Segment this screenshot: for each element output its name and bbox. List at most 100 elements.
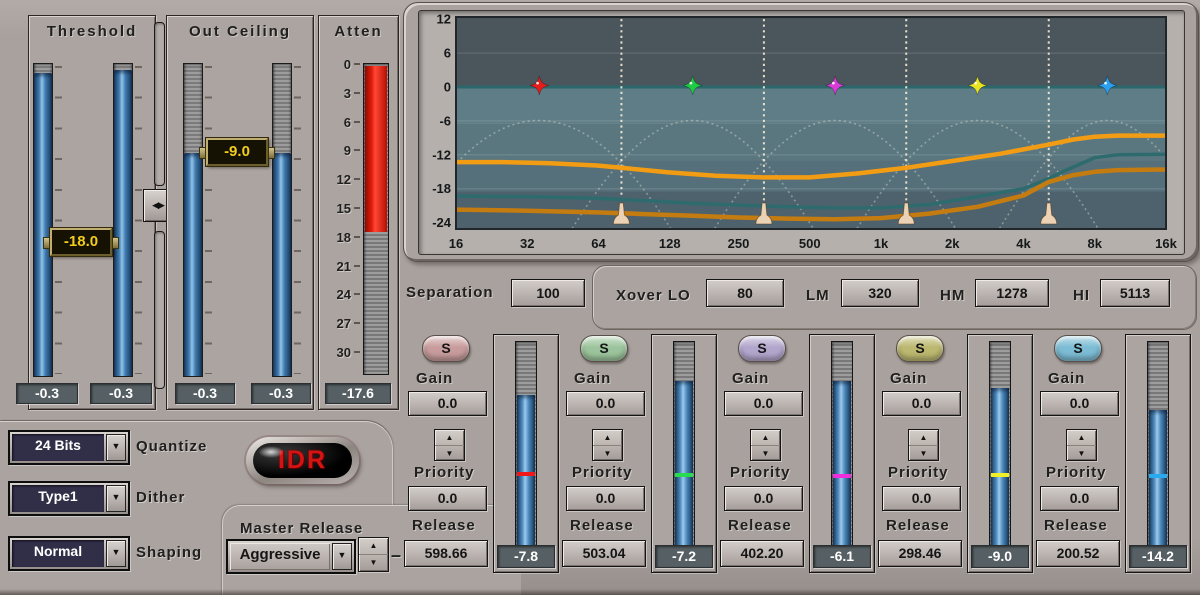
band1-priority-field[interactable]: 0.0: [408, 486, 487, 511]
band3-priority-label: Priority: [730, 464, 791, 481]
stepper-down-icon[interactable]: ▼: [435, 446, 464, 461]
atten-readout: -17.6: [325, 383, 391, 404]
band5-solo-button[interactable]: S: [1054, 335, 1102, 362]
y-axis-tick-label: -6: [439, 113, 451, 128]
band2-gain-stepper[interactable]: ▲▼: [592, 429, 623, 461]
threshold-fader-right[interactable]: [113, 63, 133, 377]
band1-meter-readout: -7.8: [497, 545, 555, 568]
band5-gain-label: Gain: [1048, 370, 1085, 387]
threshold-scale-right: [135, 66, 142, 374]
threshold-value-tag[interactable]: -18.0: [50, 228, 112, 256]
quantize-label: Quantize: [136, 438, 207, 455]
x-axis-tick-label: 128: [659, 236, 681, 251]
xover-hm-field[interactable]: 1278: [975, 279, 1049, 307]
band3-priority-field[interactable]: 0.0: [724, 486, 803, 511]
band5-gain-field[interactable]: 0.0: [1040, 391, 1119, 416]
dither-dropdown-arrow-icon[interactable]: ▼: [106, 485, 126, 512]
band5-release-field[interactable]: 200.52: [1036, 540, 1120, 567]
band2-meter-readout: -7.2: [655, 545, 713, 568]
shaping-select[interactable]: Normal ▼: [8, 536, 130, 571]
shaping-dropdown-arrow-icon[interactable]: ▼: [106, 540, 126, 567]
band3-release-label: Release: [728, 517, 792, 534]
out-ceiling-title: Out Ceiling: [167, 23, 313, 40]
atten-scale-tick: 15: [325, 201, 351, 216]
bottom-shadow: [0, 589, 1200, 595]
separation-field[interactable]: 100: [511, 279, 585, 307]
stepper-up-icon[interactable]: ▲: [909, 430, 938, 446]
band2-gain-field[interactable]: 0.0: [566, 391, 645, 416]
band4-gain-field[interactable]: 0.0: [882, 391, 961, 416]
band5-gain-stepper[interactable]: ▲▼: [1066, 429, 1097, 461]
xover-hi-field[interactable]: 5113: [1100, 279, 1170, 307]
band3-release-field[interactable]: 402.20: [720, 540, 804, 567]
band3-solo-button[interactable]: S: [738, 335, 786, 362]
band2-priority-field[interactable]: 0.0: [566, 486, 645, 511]
band1-gain-field[interactable]: 0.0: [408, 391, 487, 416]
band1-solo-button[interactable]: S: [422, 335, 470, 362]
band4-gain-label: Gain: [890, 370, 927, 387]
x-axis-tick-label: 32: [520, 236, 534, 251]
stepper-up-icon[interactable]: ▲: [359, 538, 388, 555]
atten-title: Atten: [319, 23, 398, 40]
band1-release-field[interactable]: 598.66: [404, 540, 488, 567]
frequency-graph[interactable]: 1260-6-12-18-241632641282505001k2k4k8k16…: [419, 11, 1184, 254]
stepper-down-icon[interactable]: ▼: [359, 555, 388, 571]
band4-release-field[interactable]: 298.46: [878, 540, 962, 567]
y-axis-tick-label: -18: [432, 181, 451, 196]
shaping-value: Normal: [12, 540, 104, 567]
out-ceiling-readout-right: -0.3: [251, 383, 311, 404]
band4-meter-track: [989, 341, 1011, 547]
band4-gain-stepper[interactable]: ▲▼: [908, 429, 939, 461]
out-ceiling-fader-right[interactable]: [272, 63, 292, 377]
band2-solo-button[interactable]: S: [580, 335, 628, 362]
atten-scale-tick: 9: [325, 143, 351, 158]
quantize-dropdown-arrow-icon[interactable]: ▼: [106, 434, 126, 461]
band1-meter-track: [515, 341, 537, 547]
stepper-up-icon[interactable]: ▲: [1067, 430, 1096, 446]
band5-release-label: Release: [1044, 517, 1108, 534]
atten-scale-tick: 24: [325, 287, 351, 302]
stepper-down-icon[interactable]: ▼: [593, 446, 622, 461]
atten-scale-tick: 0: [325, 57, 351, 72]
stepper-up-icon[interactable]: ▲: [751, 430, 780, 446]
stepper-down-icon[interactable]: ▼: [909, 446, 938, 461]
dither-label: Dither: [136, 489, 185, 506]
band2-meter-track: [673, 341, 695, 547]
threshold-fader-left[interactable]: [33, 63, 53, 377]
band3-gain-field[interactable]: 0.0: [724, 391, 803, 416]
x-axis-tick-label: 500: [799, 236, 821, 251]
band4-solo-button[interactable]: S: [896, 335, 944, 362]
dither-select[interactable]: Type1 ▼: [8, 481, 130, 516]
xover-lm-field[interactable]: 320: [841, 279, 919, 307]
out-ceiling-value-tag[interactable]: -9.0: [206, 138, 268, 166]
atten-scale-dash: [354, 322, 360, 324]
atten-scale-tick: 18: [325, 230, 351, 245]
stepper-up-icon[interactable]: ▲: [435, 430, 464, 446]
band4-priority-field[interactable]: 0.0: [882, 486, 961, 511]
atten-scale-dash: [354, 207, 360, 209]
band1-meter: -7.8: [493, 334, 559, 573]
master-release-dropdown-arrow-icon[interactable]: ▼: [332, 543, 352, 570]
out-ceiling-fader-left[interactable]: [183, 63, 203, 377]
xover-lo-field[interactable]: 80: [706, 279, 784, 307]
stepper-up-icon[interactable]: ▲: [593, 430, 622, 446]
stepper-down-icon[interactable]: ▼: [751, 446, 780, 461]
y-axis-tick-label: -24: [432, 215, 452, 230]
band2-release-field[interactable]: 503.04: [562, 540, 646, 567]
master-release-stepper[interactable]: ▲ ▼: [358, 537, 389, 572]
quantize-select[interactable]: 24 Bits ▼: [8, 430, 130, 465]
atten-scale-tick: 3: [325, 86, 351, 101]
separation-label: Separation: [406, 284, 494, 301]
band5-priority-field[interactable]: 0.0: [1040, 486, 1119, 511]
band2-gain-label: Gain: [574, 370, 611, 387]
out-ceiling-readout-left: -0.3: [175, 383, 235, 404]
atten-scale-dash: [354, 236, 360, 238]
y-axis-tick-label: 6: [444, 46, 451, 61]
band3-gain-stepper[interactable]: ▲▼: [750, 429, 781, 461]
band4-release-label: Release: [886, 517, 950, 534]
stepper-down-icon[interactable]: ▼: [1067, 446, 1096, 461]
master-release-select[interactable]: Aggressive ▼: [226, 539, 356, 574]
band1-gain-stepper[interactable]: ▲▼: [434, 429, 465, 461]
band5-meter-readout: -14.2: [1129, 545, 1187, 568]
atten-scale-dash: [354, 149, 360, 151]
